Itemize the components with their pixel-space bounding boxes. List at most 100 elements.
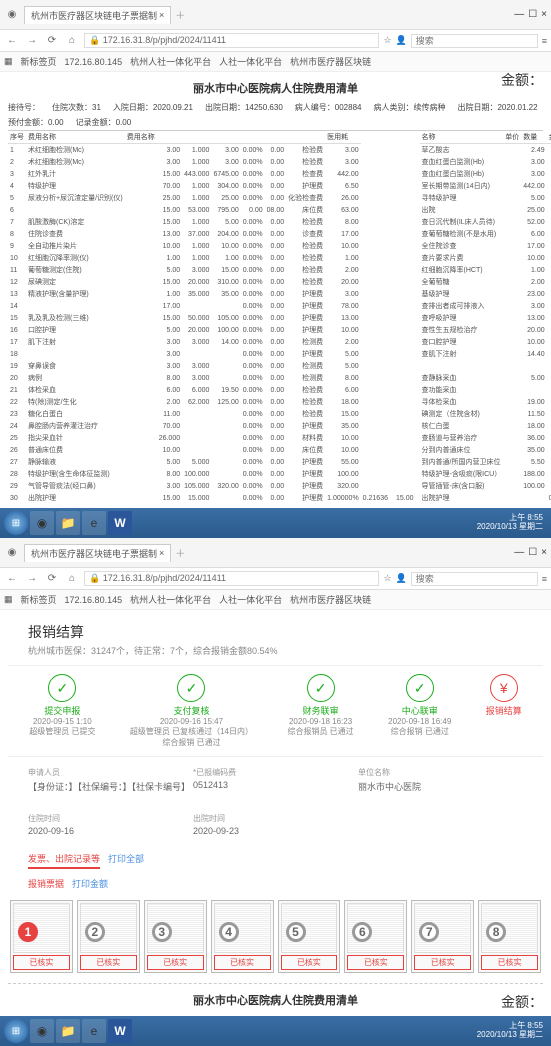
forward-icon[interactable]: → xyxy=(24,571,40,587)
window-close-icon[interactable]: × xyxy=(541,547,547,558)
table-row: 查口腔护理10.00220.00 (7401001901)口腔学习护理 xyxy=(420,336,551,348)
cell: 3.000 xyxy=(182,372,211,384)
print-amount-link[interactable]: 打印金额 xyxy=(72,877,108,892)
copy-invoice-link[interactable]: 报销票据 xyxy=(28,877,64,892)
thumbnail[interactable]: 2已核实 xyxy=(77,900,140,973)
thumbnail[interactable]: 6已核实 xyxy=(344,900,407,973)
cell: 分到内普通床位 xyxy=(420,444,504,456)
cell: 0.00 xyxy=(265,180,287,192)
taskbar-clock[interactable]: 上午 8:55 2020/10/13 星期二 xyxy=(477,514,547,532)
cell xyxy=(125,288,157,300)
tb-word-icon[interactable]: W xyxy=(108,511,132,535)
url-input[interactable]: 🔒 172.16.31.8/p/pjhd/2024/11411 xyxy=(84,33,379,48)
forward-icon[interactable]: → xyxy=(24,33,40,49)
profile-icon[interactable]: 👤 xyxy=(396,573,407,584)
taskbar: ⊞ ◉ 📁 e W 上午 8:55 2020/10/13 星期二 xyxy=(0,508,551,538)
tb-folder-icon[interactable]: 📁 xyxy=(56,511,80,535)
apps-icon[interactable]: ▦ xyxy=(4,594,13,605)
info-hosp: 丽水市中心医院 xyxy=(358,780,523,793)
menu-icon[interactable]: ≡ xyxy=(542,36,547,46)
bookmark-item[interactable]: 人社一体化平台 xyxy=(219,55,282,68)
window-close-icon[interactable]: × xyxy=(541,9,547,20)
cell: 08.00 xyxy=(265,204,287,216)
cell: 6.00 xyxy=(325,384,361,396)
new-tab-button[interactable]: ＋ xyxy=(175,7,185,22)
tb-chrome-icon[interactable]: ◉ xyxy=(30,1019,54,1043)
cell: 3.00 xyxy=(521,168,546,180)
taskbar-clock[interactable]: 上午 8:55 2020/10/13 星期二 xyxy=(477,1022,547,1040)
profile-icon[interactable]: 👤 xyxy=(396,35,407,46)
thumbnail[interactable]: 5已核实 xyxy=(278,900,341,973)
cell: 术红细胞检测(Mc) xyxy=(26,156,125,168)
reload-icon[interactable]: ⟳ xyxy=(44,571,60,587)
bookmark-item[interactable]: 172.16.80.145 xyxy=(65,595,123,605)
step-time: 2020-09-18 16:49 xyxy=(388,717,451,726)
table-row: 查葡萄糖检测(不是水用)6.0016.00 (7202040201)血管倾检测查 xyxy=(420,228,551,240)
star-icon[interactable]: ☆ xyxy=(383,573,391,584)
search-input[interactable] xyxy=(411,572,538,586)
window-maximize-icon[interactable]: ☐ xyxy=(528,547,537,558)
cell xyxy=(503,228,521,240)
tb-folder-icon[interactable]: 📁 xyxy=(56,1019,80,1043)
thumbnail[interactable]: 7已核实 xyxy=(411,900,474,973)
cell: 护理费 xyxy=(286,348,325,360)
window-maximize-icon[interactable]: ☐ xyxy=(528,9,537,20)
tb-chrome-icon[interactable]: ◉ xyxy=(30,511,54,535)
cell: 5.00 xyxy=(325,348,361,360)
thumbnail-status: 已核实 xyxy=(13,955,70,970)
browser-tab-2[interactable]: 杭州市医疗器区块链电子票据制× xyxy=(24,544,171,562)
cell: 病例 xyxy=(26,372,125,384)
search-input[interactable] xyxy=(411,34,538,48)
window-minimize-icon[interactable]: — xyxy=(514,9,524,20)
cell: 特级护理-含吸痰(限ICU） xyxy=(420,468,504,480)
cell: 15 xyxy=(8,312,26,324)
bookmark-item[interactable]: 杭州人社一体化平台 xyxy=(130,593,211,606)
tab-invoices[interactable]: 发票、出院记录等 xyxy=(28,852,100,869)
bookmark-item[interactable]: 杭州市医疗器区块链 xyxy=(290,593,371,606)
star-icon[interactable]: ☆ xyxy=(383,35,391,46)
cell: 70.00 xyxy=(157,420,182,432)
tb-ie-icon[interactable]: e xyxy=(82,511,106,535)
cell: 护理费 xyxy=(286,300,325,312)
tb-ie-icon[interactable]: e xyxy=(82,1019,106,1043)
new-tab-button[interactable]: ＋ xyxy=(175,545,185,560)
table-row: 23糖化白蛋白11.000.00%0.00检验费15.00 xyxy=(8,408,416,420)
window-minimize-icon[interactable]: — xyxy=(514,547,524,558)
bookmark-item[interactable]: 172.16.80.145 xyxy=(65,57,123,67)
bookmark-item[interactable]: 人社一体化平台 xyxy=(219,593,282,606)
cell xyxy=(125,492,157,504)
start-button[interactable]: ⊞ xyxy=(4,511,28,535)
cell: 20.00 xyxy=(521,324,546,336)
cell: 3.00 xyxy=(325,156,361,168)
home-icon[interactable]: ⌂ xyxy=(64,571,80,587)
apps-icon[interactable]: ▦ xyxy=(4,56,13,67)
close-icon[interactable]: × xyxy=(159,10,164,20)
back-icon[interactable]: ← xyxy=(4,571,20,587)
tab-print-all[interactable]: 打印全部 xyxy=(108,852,144,869)
windows-icon: ⊞ xyxy=(12,518,20,529)
bookmark-item[interactable]: 杭州市医疗器区块链 xyxy=(290,55,371,68)
back-icon[interactable]: ← xyxy=(4,33,20,49)
close-icon[interactable]: × xyxy=(159,548,164,558)
home-icon[interactable]: ⌂ xyxy=(64,33,80,49)
cell: 6 xyxy=(8,204,26,216)
cell: 0.00% xyxy=(241,144,265,157)
start-button[interactable]: ⊞ xyxy=(4,1019,28,1043)
cell: 795.00 xyxy=(211,204,240,216)
info-dept: 0512413 xyxy=(193,780,358,790)
menu-icon[interactable]: ≡ xyxy=(542,574,547,584)
info-label: 申请人员 xyxy=(28,767,193,778)
bookmark-item[interactable]: 杭州人社一体化平台 xyxy=(130,55,211,68)
reload-icon[interactable]: ⟳ xyxy=(44,33,60,49)
thumbnail[interactable]: 3已核实 xyxy=(144,900,207,973)
url-input[interactable]: 🔒 172.16.31.8/p/pjhd/2024/11411 xyxy=(84,571,379,586)
thumbnail[interactable]: 1已核实 xyxy=(10,900,73,973)
thumbnail[interactable]: 8已核实 xyxy=(478,900,541,973)
cell xyxy=(503,432,521,444)
thumbnail[interactable]: 4已核实 xyxy=(211,900,274,973)
step-name: 支付复核 xyxy=(130,704,253,717)
tb-word-icon[interactable]: W xyxy=(108,1019,132,1043)
browser-tab-1[interactable]: 杭州市医疗器区块链电子票据制× xyxy=(24,6,171,24)
cell: 检测费 xyxy=(286,336,325,348)
cell xyxy=(503,192,521,204)
